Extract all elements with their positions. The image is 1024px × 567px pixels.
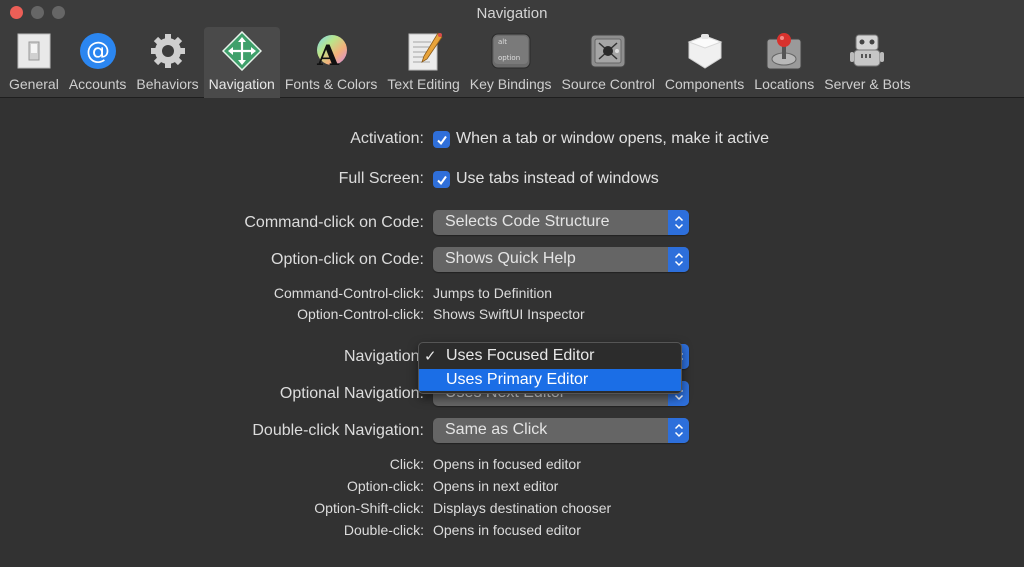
tab-label: Text Editing — [387, 76, 460, 92]
menu-item-uses-primary-editor[interactable]: Uses Primary Editor — [419, 369, 681, 391]
double-click-navigation-label: Double-click Navigation: — [252, 422, 424, 439]
summary-option-click-label: Option-click: — [346, 478, 424, 494]
summary-double-click-label: Double-click: — [343, 522, 424, 538]
full-screen-checkbox[interactable] — [433, 171, 450, 188]
tab-label: General — [9, 76, 59, 92]
tab-label: Navigation — [208, 76, 275, 92]
checkmark-icon: ✓ — [424, 348, 437, 365]
navigation-dropdown-menu: ✓ Uses Focused Editor Uses Primary Edito… — [418, 342, 682, 394]
tab-label: Key Bindings — [469, 76, 552, 92]
robot-icon — [847, 31, 887, 71]
summary-click-value: Opens in focused editor — [433, 456, 581, 472]
command-click-label: Command-click on Code: — [244, 214, 424, 231]
command-click-popup[interactable]: Selects Code Structure — [433, 210, 689, 235]
navigation-settings-panel: Activation: When a tab or window opens, … — [0, 99, 1024, 567]
svg-text:@: @ — [86, 37, 110, 65]
summary-option-shift-click-label: Option-Shift-click: — [314, 500, 424, 516]
fonts-colors-icon: A — [311, 31, 351, 71]
joystick-drive-icon — [764, 31, 804, 71]
summary-option-click-value: Opens in next editor — [433, 478, 559, 494]
command-control-click-value: Jumps to Definition — [433, 285, 553, 301]
option-click-label: Option-click on Code: — [271, 251, 424, 268]
svg-text:alt: alt — [498, 38, 507, 46]
tab-accounts[interactable]: @ Accounts — [64, 27, 132, 98]
safe-icon — [588, 31, 628, 71]
menu-item-label: Uses Primary Editor — [446, 371, 589, 388]
at-sign-icon: @ — [78, 31, 118, 71]
popup-value: Selects Code Structure — [445, 213, 610, 230]
full-screen-label: Full Screen: — [338, 170, 424, 187]
tab-label: Accounts — [68, 76, 127, 92]
menu-item-label: Uses Focused Editor — [446, 347, 595, 364]
text-editing-pencil-icon — [404, 31, 444, 71]
tab-key-bindings[interactable]: alt option Key Bindings — [465, 27, 557, 98]
popup-value: Shows Quick Help — [445, 250, 576, 267]
menu-item-uses-focused-editor[interactable]: ✓ Uses Focused Editor — [419, 345, 681, 367]
summary-option-shift-click-value: Displays destination chooser — [433, 500, 612, 516]
option-control-click-value: Shows SwiftUI Inspector — [433, 306, 585, 322]
tab-locations[interactable]: Locations — [749, 27, 819, 98]
tab-navigation[interactable]: Navigation — [203, 27, 280, 98]
activation-label: Activation: — [350, 130, 424, 147]
tab-label: Behaviors — [136, 76, 199, 92]
svg-text:A: A — [316, 39, 340, 70]
option-control-click-label: Option-Control-click: — [297, 306, 424, 322]
navigation-label: Navigation: — [343, 348, 424, 365]
up-down-chevron-icon — [668, 418, 689, 443]
general-switch-icon — [14, 31, 54, 71]
tab-general[interactable]: General — [4, 27, 64, 98]
tab-server-bots[interactable]: Server & Bots — [819, 27, 915, 98]
preferences-window: Navigation General @ Accounts Behaviors … — [0, 0, 1024, 567]
up-down-chevron-icon — [668, 210, 689, 235]
components-box-icon — [685, 31, 725, 71]
tab-behaviors[interactable]: Behaviors — [131, 27, 203, 98]
tab-text-editing[interactable]: Text Editing — [382, 27, 464, 98]
tab-label: Locations — [754, 76, 815, 92]
tab-source-control[interactable]: Source Control — [557, 27, 660, 98]
full-screen-checkbox-label[interactable]: Use tabs instead of windows — [456, 170, 659, 188]
checkmark-icon — [436, 135, 447, 145]
popup-value: Same as Click — [445, 421, 548, 438]
window-title: Navigation — [476, 5, 548, 22]
up-down-chevron-icon — [668, 247, 689, 272]
tab-label: Fonts & Colors — [284, 76, 378, 92]
optional-navigation-label: Optional Navigation: — [279, 385, 424, 402]
summary-click-label: Click: — [389, 456, 424, 472]
tab-label: Components — [664, 76, 745, 92]
tab-label: Server & Bots — [824, 76, 911, 92]
titlebar: Navigation General @ Accounts Behaviors … — [0, 0, 1024, 98]
tab-components[interactable]: Components — [660, 27, 749, 98]
tab-label: Source Control — [561, 76, 655, 92]
double-click-navigation-popup[interactable]: Same as Click — [433, 418, 689, 443]
checkmark-icon — [436, 175, 447, 185]
option-key-icon: alt option — [491, 31, 531, 71]
activation-checkbox-label[interactable]: When a tab or window opens, make it acti… — [456, 130, 769, 148]
navigation-arrows-icon — [221, 31, 262, 71]
tab-fonts-colors[interactable]: A Fonts & Colors — [280, 27, 383, 98]
activation-checkbox[interactable] — [433, 131, 450, 148]
gear-icon — [148, 31, 188, 71]
command-control-click-label: Command-Control-click: — [273, 285, 424, 301]
option-click-popup[interactable]: Shows Quick Help — [433, 247, 689, 272]
preferences-toolbar: General @ Accounts Behaviors Navigation … — [4, 27, 916, 98]
summary-double-click-value: Opens in focused editor — [433, 522, 581, 538]
svg-text:option: option — [498, 54, 520, 62]
